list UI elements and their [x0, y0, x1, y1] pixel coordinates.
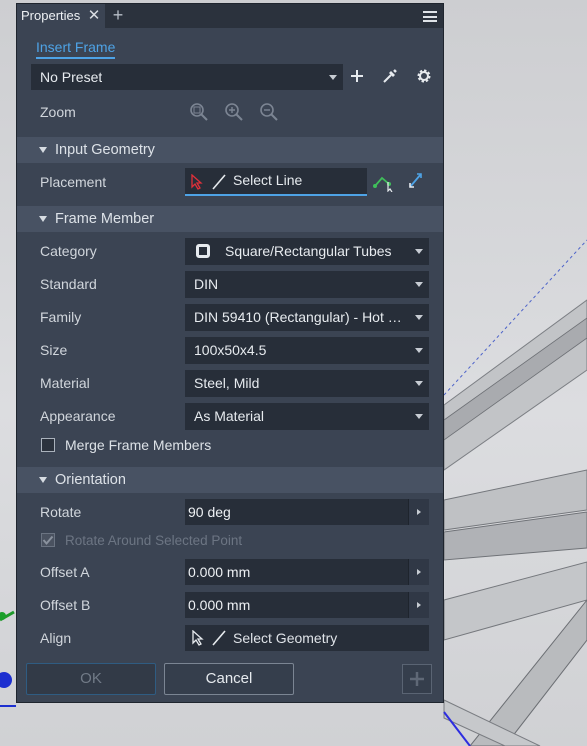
category-dropdown[interactable]: Square/Rectangular Tubes: [185, 238, 429, 265]
ok-button[interactable]: OK: [26, 663, 156, 695]
appearance-label: Appearance: [40, 408, 116, 424]
offset-b-input[interactable]: 0.000 mm: [185, 592, 429, 618]
preset-dropdown[interactable]: No Preset: [31, 64, 343, 90]
offset-b-arrow-button[interactable]: [408, 592, 429, 618]
zoom-label: Zoom: [40, 104, 76, 120]
section-frame-member[interactable]: Frame Member: [17, 206, 443, 232]
add-preset-icon[interactable]: [350, 69, 364, 83]
panel-titlebar: Properties ✕ +: [17, 4, 443, 28]
standard-value: DIN: [194, 276, 219, 292]
offset-a-input[interactable]: 0.000 mm: [185, 559, 429, 585]
collapse-triangle-icon: [39, 216, 47, 222]
offset-a-label: Offset A: [40, 564, 90, 580]
section-orientation[interactable]: Orientation: [17, 467, 443, 493]
zoom-all-icon[interactable]: [189, 102, 209, 122]
family-dropdown[interactable]: DIN 59410 (Rectangular) - Hot formed: [185, 304, 429, 331]
select-cursor-icon: [192, 630, 204, 646]
collapse-triangle-icon: [39, 147, 47, 153]
size-dropdown[interactable]: 100x50x4.5: [185, 337, 429, 364]
preset-value: No Preset: [40, 69, 103, 85]
eyedropper-icon[interactable]: [382, 68, 398, 84]
rotate-around-checkbox[interactable]: [41, 533, 55, 547]
category-value: Square/Rectangular Tubes: [225, 243, 392, 259]
add-tab-icon[interactable]: +: [109, 4, 127, 28]
line-icon: [212, 174, 226, 190]
section-frame-member-label: Frame Member: [55, 211, 155, 227]
placement-selector[interactable]: Select Line: [185, 168, 367, 196]
section-input-geometry-label: Input Geometry: [55, 142, 155, 158]
offset-a-arrow-button[interactable]: [408, 559, 429, 585]
menu-icon[interactable]: [423, 11, 437, 22]
chevron-down-icon: [415, 315, 423, 320]
section-input-geometry[interactable]: Input Geometry: [17, 137, 443, 163]
rotate-value: 90 deg: [188, 504, 231, 520]
properties-panel: Properties ✕ + Insert Frame No Preset Zo…: [16, 3, 444, 703]
chevron-down-icon: [329, 75, 337, 80]
material-value: Steel, Mild: [194, 375, 260, 391]
rotate-label: Rotate: [40, 504, 82, 520]
rotate-input[interactable]: 90 deg: [185, 499, 429, 525]
square-tube-icon: [196, 244, 210, 258]
chevron-down-icon: [415, 282, 423, 287]
standard-label: Standard: [40, 276, 97, 292]
align-value: Select Geometry: [233, 630, 338, 646]
family-label: Family: [40, 309, 82, 325]
collapse-triangle-icon: [39, 477, 47, 483]
merge-frame-members-checkbox[interactable]: [41, 438, 55, 452]
cancel-button-label: Cancel: [205, 670, 253, 687]
flip-direction-icon[interactable]: [407, 171, 425, 191]
family-value: DIN 59410 (Rectangular) - Hot formed: [194, 309, 405, 325]
standard-dropdown[interactable]: DIN: [185, 271, 429, 298]
ok-button-label: OK: [80, 670, 102, 687]
chevron-right-icon: [417, 509, 421, 515]
merge-frame-members-label: Merge Frame Members: [65, 437, 212, 453]
tab-insert-frame[interactable]: Insert Frame: [36, 39, 116, 59]
close-icon[interactable]: ✕: [86, 4, 102, 28]
rotate-around-label: Rotate Around Selected Point: [65, 533, 243, 548]
gear-icon[interactable]: [416, 68, 432, 84]
offset-a-value: 0.000 mm: [188, 564, 251, 580]
chevron-down-icon: [415, 249, 423, 254]
plus-icon: [410, 672, 424, 686]
apply-button[interactable]: [402, 664, 432, 694]
appearance-value: As Material: [194, 408, 265, 424]
chevron-right-icon: [417, 602, 421, 608]
category-label: Category: [40, 243, 97, 259]
edge-chain-icon[interactable]: [373, 170, 395, 192]
tab-properties-label: Properties: [21, 8, 81, 23]
appearance-dropdown[interactable]: As Material: [185, 403, 429, 430]
chevron-down-icon: [415, 381, 423, 386]
size-value: 100x50x4.5: [194, 342, 267, 358]
line-icon: [212, 630, 226, 646]
offset-b-label: Offset B: [40, 597, 91, 613]
rotate-arrow-button[interactable]: [408, 499, 429, 525]
align-selector[interactable]: Select Geometry: [185, 625, 429, 651]
chevron-right-icon: [417, 569, 421, 575]
chevron-down-icon: [415, 348, 423, 353]
section-orientation-label: Orientation: [55, 472, 126, 488]
align-label: Align: [40, 630, 72, 646]
chevron-down-icon: [415, 414, 423, 419]
zoom-in-icon[interactable]: [224, 102, 244, 122]
placement-label: Placement: [40, 174, 107, 190]
select-cursor-icon: [191, 174, 203, 190]
size-label: Size: [40, 342, 68, 358]
material-label: Material: [40, 375, 90, 391]
placement-value: Select Line: [233, 172, 303, 188]
offset-b-value: 0.000 mm: [188, 597, 251, 613]
material-dropdown[interactable]: Steel, Mild: [185, 370, 429, 397]
zoom-out-icon[interactable]: [259, 102, 279, 122]
cancel-button[interactable]: Cancel: [164, 663, 294, 695]
